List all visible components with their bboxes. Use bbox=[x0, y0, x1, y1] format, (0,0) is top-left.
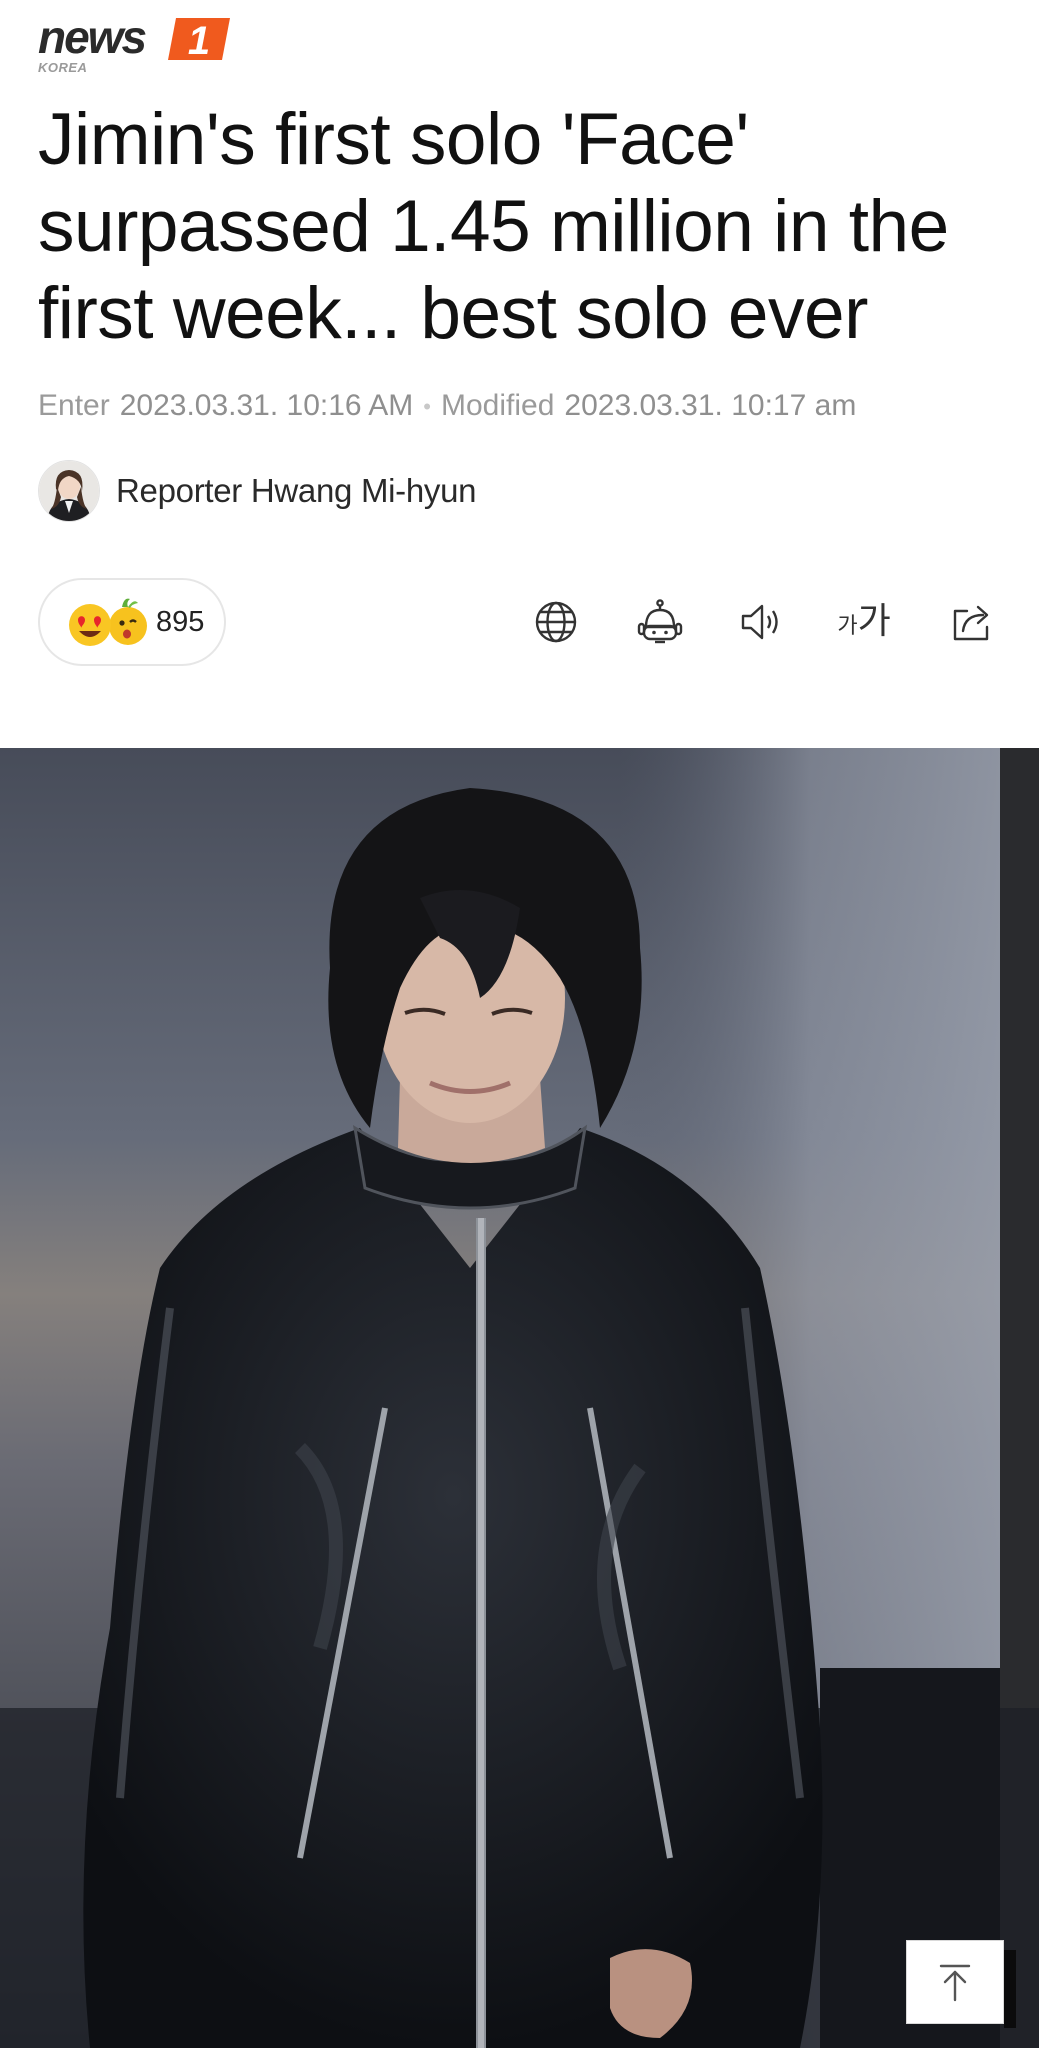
reaction-count: 895 bbox=[156, 605, 205, 638]
robot-icon bbox=[637, 599, 683, 644]
reporter-byline[interactable]: Reporter Hwang Mi-hyun bbox=[38, 460, 477, 522]
meta-separator: • bbox=[423, 394, 431, 420]
modified-label: Modified bbox=[441, 389, 555, 422]
modified-date: 2023.03.31. 10:17 am bbox=[564, 389, 857, 422]
reaction-button[interactable]: 895 bbox=[38, 578, 226, 666]
logo-badge-icon: 1 bbox=[168, 18, 230, 63]
speaker-icon bbox=[741, 604, 778, 640]
font-size-big: 가 bbox=[857, 601, 891, 642]
reporter-name: Reporter Hwang Mi-hyun bbox=[116, 472, 477, 509]
back-to-top-button[interactable] bbox=[906, 1940, 1004, 2024]
listen-button[interactable] bbox=[732, 592, 792, 652]
article-headline: Jimin's first solo 'Face' surpassed 1.45… bbox=[38, 99, 949, 354]
translate-button[interactable] bbox=[526, 592, 586, 652]
article-photo bbox=[0, 748, 1039, 2048]
share-button[interactable] bbox=[942, 592, 1002, 652]
share-icon bbox=[953, 605, 989, 641]
arrow-up-icon bbox=[939, 1964, 971, 2002]
ai-summary-button[interactable] bbox=[630, 592, 690, 652]
back-to-top-shadow bbox=[1004, 1950, 1016, 2028]
article-page: news 1 KOREA Jimin's first solo 'Face' s… bbox=[0, 0, 1039, 2048]
entered-date: 2023.03.31. 10:16 AM bbox=[119, 389, 414, 422]
entered-label: Enter bbox=[38, 389, 110, 422]
logo-subtitle: KOREA bbox=[38, 60, 88, 75]
article-dates: Enter 2023.03.31. 10:16 AM • Modified 2023.0… bbox=[38, 386, 856, 427]
article-photo-image bbox=[0, 748, 1039, 2048]
font-size-button[interactable]: 가가 bbox=[834, 592, 894, 652]
news1-logo[interactable]: news 1 KOREA bbox=[38, 14, 238, 76]
font-size-icon: 가가 bbox=[837, 604, 890, 640]
logo-wordmark: news bbox=[38, 11, 147, 63]
logo-badge-text: 1 bbox=[188, 19, 210, 63]
font-size-small: 가 bbox=[837, 614, 858, 639]
reaction-emoji-icon bbox=[69, 598, 147, 646]
reporter-avatar bbox=[38, 460, 100, 522]
globe-icon bbox=[535, 601, 577, 643]
